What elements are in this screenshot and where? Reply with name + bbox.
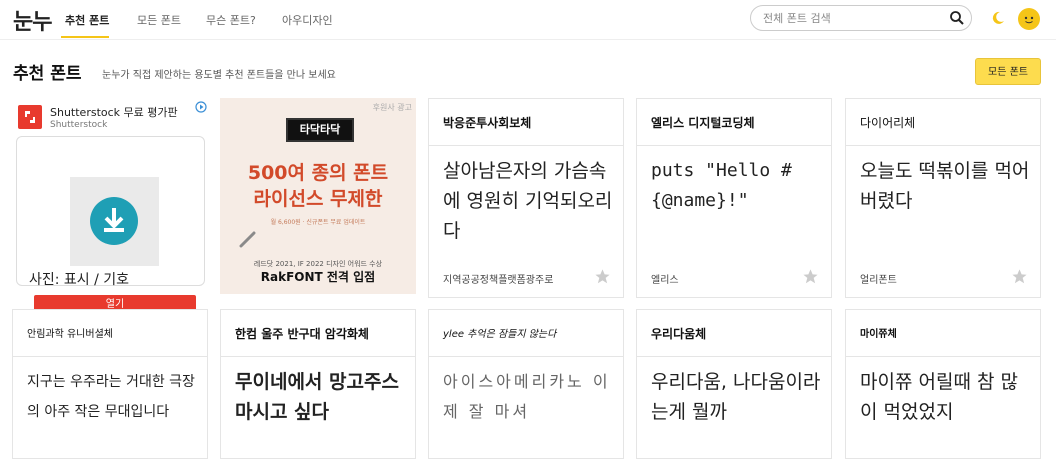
- ad-headline: 500여 종의 폰트: [247, 162, 389, 184]
- font-name[interactable]: 한컴 울주 반구대 암각화체: [235, 325, 369, 342]
- rakfont-ad[interactable]: 후원사 광고 타닥타닥 500여 종의 폰트 라이선스 무제한 월 6,600원…: [220, 98, 416, 294]
- font-card[interactable]: 안림과학 유니버셜체 지구는 우주라는 거대한 극장의 아주 작은 무대입니다: [12, 309, 208, 459]
- search-icon[interactable]: [949, 10, 965, 26]
- font-card[interactable]: 박응준투사회보체 살아남은자의 가슴속에 영원히 기억되오리다 지역공공정책플랫…: [428, 98, 624, 298]
- ad-caption: 사진: 표시 / 기호: [29, 272, 130, 288]
- divider: [846, 145, 1040, 146]
- font-card[interactable]: ylee 추억은 잠들지 않는다 아이스아메리카노 이제 잘 마셔: [428, 309, 624, 459]
- font-sample: 아이스아메리카노 이제 잘 마셔: [443, 372, 611, 421]
- page-title: 추천 폰트: [13, 64, 82, 84]
- star-icon[interactable]: [594, 268, 611, 285]
- search-input[interactable]: [761, 11, 945, 26]
- star-icon[interactable]: [802, 268, 819, 285]
- font-name[interactable]: 박응준투사회보체: [443, 114, 531, 131]
- font-sample: 지구는 우주라는 거대한 극장의 아주 작은 무대입니다: [27, 374, 195, 420]
- search-box: [750, 5, 972, 31]
- ad-badge: 타닥타닥: [286, 118, 354, 142]
- font-name[interactable]: 마이쮸체: [860, 325, 897, 340]
- divider: [13, 356, 207, 357]
- font-author[interactable]: 엘리스: [651, 271, 679, 286]
- font-name[interactable]: 다이어리체: [860, 114, 915, 131]
- nav-recommended[interactable]: 추천 폰트: [65, 12, 109, 28]
- ad-brand: RakFONT 전격 입점: [260, 270, 376, 284]
- nav-active-indicator: [61, 36, 109, 38]
- font-card[interactable]: 마이쮸체 마이쮸 어릴때 참 많이 먹었었지: [845, 309, 1041, 459]
- ad-creative-box: 사진: 표시 / 기호 열기: [16, 136, 205, 315]
- divider: [637, 145, 831, 146]
- font-author[interactable]: 얼리폰트: [860, 271, 897, 286]
- shutterstock-ad[interactable]: Shutterstock 무료 평가판 Shutterstock 사진: 표시 …: [12, 98, 209, 315]
- top-header: 눈누 추천 폰트 모든 폰트 무슨 폰트? 아우디자인: [0, 0, 1056, 40]
- all-fonts-button[interactable]: 모든 폰트: [975, 58, 1041, 85]
- font-sample: 우리다움, 나다움이라는게 뭘까: [651, 371, 821, 423]
- smiley-face-icon: [1024, 16, 1034, 24]
- ad-headline-2: 라이선스 무제한: [253, 188, 383, 210]
- font-name[interactable]: 엘리스 디지털코딩체: [651, 114, 755, 131]
- font-author[interactable]: 지역공공정책플랫폼광주로: [443, 271, 553, 286]
- page-subtitle: 눈누가 직접 제안하는 용도별 추천 폰트들을 만나 보세요: [102, 70, 336, 81]
- font-name[interactable]: 안림과학 유니버셜체: [27, 325, 113, 340]
- font-name[interactable]: 우리다움체: [651, 325, 706, 342]
- divider: [637, 356, 831, 357]
- nav-design[interactable]: 아우디자인: [282, 12, 333, 28]
- avatar[interactable]: [1018, 8, 1040, 30]
- ad-image: [70, 177, 159, 266]
- ad-title[interactable]: Shutterstock 무료 평가판: [50, 104, 178, 120]
- font-card[interactable]: 우리다움체 우리다움, 나다움이라는게 뭘까: [636, 309, 832, 459]
- ad-price-text: 월 6,600원 · 신규폰트 무료 업데이트: [270, 219, 366, 226]
- font-card[interactable]: 엘리스 디지털코딩체 puts "Hello #{@name}!" 엘리스: [636, 98, 832, 298]
- font-sample: 마이쮸 어릴때 참 많이 먹었었지: [860, 371, 1018, 423]
- logo[interactable]: 눈누: [13, 4, 52, 36]
- divider: [429, 145, 623, 146]
- font-card[interactable]: 한컴 울주 반구대 암각화체 무이네에서 망고주스 마시고 싶다: [220, 309, 416, 459]
- font-sample: 오늘도 떡볶이를 먹어버렸다: [860, 160, 1030, 212]
- font-sample: 무이네에서 망고주스 마시고 싶다: [235, 371, 399, 423]
- divider: [846, 356, 1040, 357]
- download-icon: [90, 197, 138, 245]
- divider: [429, 356, 623, 357]
- pencil-icon: [239, 231, 256, 248]
- font-sample: 살아남은자의 가슴속에 영원히 기억되오리다: [443, 160, 613, 242]
- font-name[interactable]: ylee 추억은 잠들지 않는다: [443, 325, 556, 340]
- nav-all-fonts[interactable]: 모든 폰트: [137, 12, 181, 28]
- font-sample: puts "Hello #{@name}!": [651, 160, 792, 211]
- divider: [221, 356, 415, 357]
- font-card[interactable]: 다이어리체 오늘도 떡볶이를 먹어버렸다 얼리폰트: [845, 98, 1041, 298]
- star-icon[interactable]: [1011, 268, 1028, 285]
- adchoices-icon[interactable]: [195, 101, 207, 113]
- nav-what-font[interactable]: 무슨 폰트?: [206, 12, 256, 28]
- shutterstock-logo-icon: [25, 111, 35, 123]
- moon-icon[interactable]: [990, 10, 1006, 26]
- ad-advertiser: Shutterstock: [50, 120, 108, 130]
- shutterstock-logo: [18, 105, 42, 129]
- sponsor-label: 후원사 광고: [372, 103, 412, 112]
